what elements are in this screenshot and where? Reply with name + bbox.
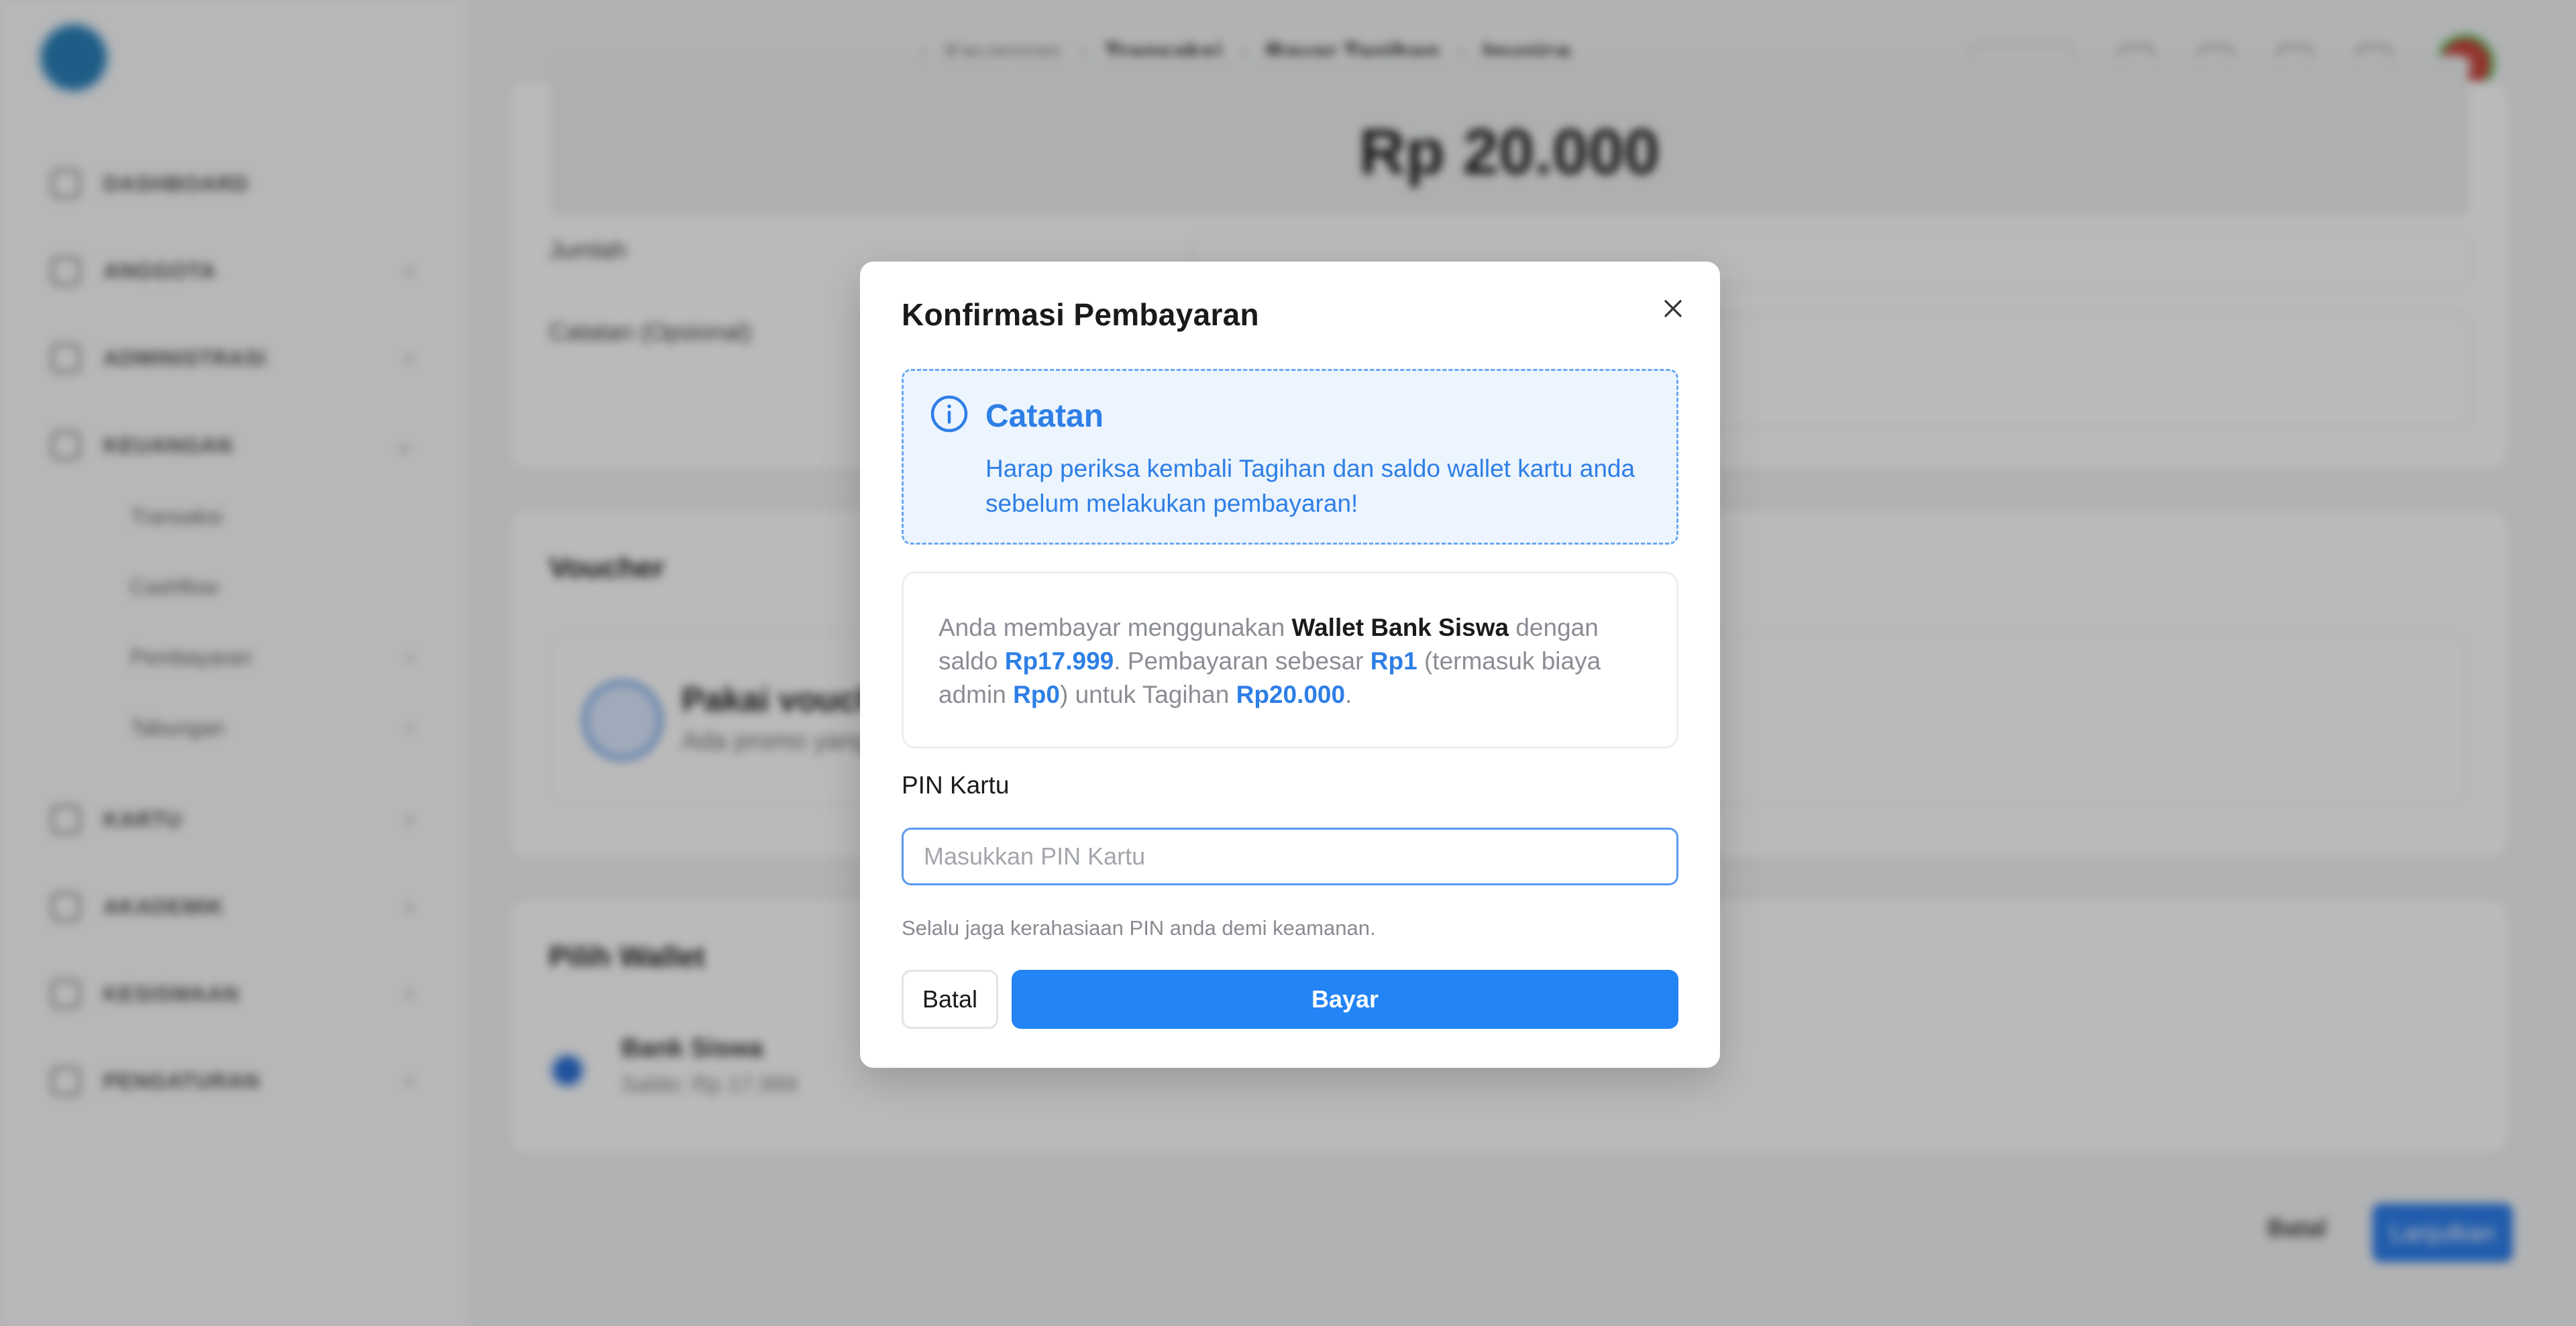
summary-text: Anda membayar menggunakan <box>938 614 1292 641</box>
summary-text: . <box>1345 681 1352 708</box>
notice-box: Catatan Harap periksa kembali Tagihan da… <box>902 369 1678 545</box>
summary-wallet: Wallet Bank Siswa <box>1291 614 1509 641</box>
modal-title: Konfirmasi Pembayaran <box>902 297 1259 332</box>
summary-saldo: Rp17.999 <box>1004 647 1114 675</box>
notice-text: Harap periksa kembali Tagihan dan saldo … <box>985 455 1635 517</box>
pin-label: PIN Kartu <box>902 771 1010 799</box>
info-icon <box>930 395 968 433</box>
summary-amount: Rp1 <box>1370 647 1417 675</box>
pin-input[interactable] <box>902 828 1678 885</box>
pay-button[interactable]: Bayar <box>1012 970 1678 1029</box>
pin-hint: Selalu jaga kerahasiaan PIN anda demi ke… <box>902 916 1376 940</box>
summary-admin-fee: Rp0 <box>1013 681 1060 708</box>
payment-summary: Anda membayar menggunakan Wallet Bank Si… <box>902 571 1678 749</box>
close-icon <box>1664 300 1682 317</box>
summary-text: . Pembayaran sebesar <box>1114 647 1371 675</box>
summary-text: ) untuk Tagihan <box>1059 681 1236 708</box>
notice-title: Catatan <box>985 398 1104 434</box>
cancel-button[interactable]: Batal <box>902 970 998 1029</box>
summary-bill: Rp20.000 <box>1236 681 1346 708</box>
payment-confirmation-modal: Konfirmasi Pembayaran Catatan Harap peri… <box>860 262 1720 1068</box>
close-button[interactable] <box>1658 294 1688 323</box>
